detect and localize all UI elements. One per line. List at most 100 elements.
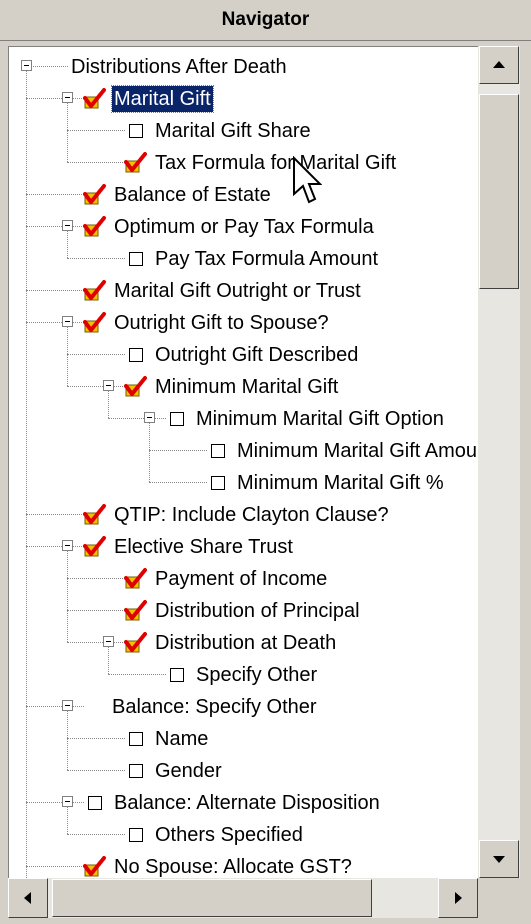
collapse-toggle-icon[interactable] xyxy=(144,412,155,423)
tree-item-label: Balance: Specify Other xyxy=(112,696,317,718)
checked-item-icon[interactable] xyxy=(82,536,106,558)
tree-item-label: Pay Tax Formula Amount xyxy=(155,248,379,270)
checked-item-icon[interactable] xyxy=(82,504,106,526)
navigator-panel: Navigator Distributions After Death Marit… xyxy=(0,0,531,924)
collapse-toggle-icon[interactable] xyxy=(103,636,114,647)
tree-item[interactable]: Marital Gift xyxy=(9,83,479,115)
tree-item[interactable]: Outright Gift to Spouse? xyxy=(9,307,479,339)
tree-item-label: Marital Gift Outright or Trust xyxy=(114,280,361,302)
tree-item[interactable]: Minimum Marital Gift % xyxy=(9,467,479,499)
navigator-tree[interactable]: Distributions After Death Marital Gift Mar… xyxy=(8,46,479,879)
tree-item[interactable]: Minimum Marital Gift Option xyxy=(9,403,479,435)
checked-item-icon[interactable] xyxy=(123,632,147,654)
tree-item[interactable]: Optimum or Pay Tax Formula xyxy=(9,211,479,243)
checked-item-icon[interactable] xyxy=(82,856,106,878)
tree-item-label: Outright Gift Described xyxy=(155,344,359,366)
collapse-toggle-icon[interactable] xyxy=(62,540,73,551)
tree-item-label: Distribution at Death xyxy=(155,632,337,654)
tree-item-label: Optimum or Pay Tax Formula xyxy=(114,216,374,238)
tree-item-label: Payment of Income xyxy=(155,568,328,590)
checkbox-empty-icon[interactable] xyxy=(170,412,184,426)
tree-item[interactable]: QTIP: Include Clayton Clause? xyxy=(9,499,479,531)
tree-item-label: Minimum Marital Gift Amount xyxy=(237,440,479,462)
checked-item-icon[interactable] xyxy=(82,312,106,334)
tree-item[interactable]: Marital Gift Share xyxy=(9,115,479,147)
tree-item-label: Tax Formula for Marital Gift xyxy=(155,152,397,174)
tree-item[interactable]: Outright Gift Described xyxy=(9,339,479,371)
tree-item-label: Specify Other xyxy=(196,664,318,686)
tree-item-label: Balance of Estate xyxy=(114,184,271,206)
vertical-scrollbar[interactable] xyxy=(478,46,520,878)
tree-item[interactable]: No Spouse: Allocate GST? xyxy=(9,851,479,879)
collapse-toggle-icon[interactable] xyxy=(62,220,73,231)
checkbox-empty-icon[interactable] xyxy=(129,252,143,266)
tree-item[interactable]: Marital Gift Outright or Trust xyxy=(9,275,479,307)
tree-item-label: Distributions After Death xyxy=(71,56,287,78)
tree-item[interactable]: Distribution at Death xyxy=(9,627,479,659)
checkbox-empty-icon[interactable] xyxy=(211,444,225,458)
tree-item-label: Minimum Marital Gift % xyxy=(237,472,444,494)
tree-item[interactable]: Pay Tax Formula Amount xyxy=(9,243,479,275)
checkbox-empty-icon[interactable] xyxy=(170,668,184,682)
checkbox-empty-icon[interactable] xyxy=(129,348,143,362)
tree-item[interactable]: Distributions After Death xyxy=(9,51,479,83)
scroll-left-button[interactable] xyxy=(8,878,48,918)
checked-item-icon[interactable] xyxy=(123,152,147,174)
checkbox-empty-icon[interactable] xyxy=(129,764,143,778)
tree-item-label: Marital Gift Share xyxy=(155,120,311,142)
checked-item-icon[interactable] xyxy=(123,568,147,590)
tree-item[interactable]: Balance: Specify Other xyxy=(9,691,479,723)
collapse-toggle-icon[interactable] xyxy=(21,60,32,71)
scroll-up-button[interactable] xyxy=(479,46,519,84)
checked-item-icon[interactable] xyxy=(82,216,106,238)
checkbox-empty-icon[interactable] xyxy=(88,796,102,810)
arrow-down-icon xyxy=(493,856,505,863)
tree-item-label: Marital Gift xyxy=(111,85,214,113)
tree-item-label: Minimum Marital Gift Option xyxy=(196,408,444,430)
tree-item-label: Balance: Alternate Disposition xyxy=(114,792,380,814)
tree-item[interactable]: Distribution of Principal xyxy=(9,595,479,627)
tree-item[interactable]: Elective Share Trust xyxy=(9,531,479,563)
tree-item[interactable]: Balance: Alternate Disposition xyxy=(9,787,479,819)
tree-item[interactable]: Balance of Estate xyxy=(9,179,479,211)
collapse-toggle-icon[interactable] xyxy=(62,92,73,103)
horizontal-scrollbar[interactable] xyxy=(8,878,478,918)
checkbox-empty-icon[interactable] xyxy=(129,732,143,746)
collapse-toggle-icon[interactable] xyxy=(62,700,73,711)
arrow-right-icon xyxy=(455,892,462,904)
collapse-toggle-icon[interactable] xyxy=(103,380,114,391)
tree-item[interactable]: Name xyxy=(9,723,479,755)
vertical-scroll-thumb[interactable] xyxy=(479,94,519,289)
tree-item[interactable]: Gender xyxy=(9,755,479,787)
tree-item[interactable]: Tax Formula for Marital Gift xyxy=(9,147,479,179)
checked-item-icon[interactable] xyxy=(82,280,106,302)
checkbox-empty-icon[interactable] xyxy=(211,476,225,490)
checked-item-icon[interactable] xyxy=(82,88,106,110)
tree-item-label: Gender xyxy=(155,760,222,782)
horizontal-scroll-thumb[interactable] xyxy=(52,879,372,917)
checked-item-icon[interactable] xyxy=(123,376,147,398)
mouse-cursor-icon xyxy=(293,156,322,204)
tree-item[interactable]: Specify Other xyxy=(9,659,479,691)
scrollbar-corner xyxy=(478,878,531,924)
checked-item-icon[interactable] xyxy=(82,184,106,206)
checkbox-empty-icon[interactable] xyxy=(129,124,143,138)
tree-item-label: No Spouse: Allocate GST? xyxy=(114,856,352,878)
scroll-right-button[interactable] xyxy=(438,878,478,918)
arrow-up-icon xyxy=(493,61,505,68)
arrow-left-icon xyxy=(24,892,31,904)
tree-item[interactable]: Others Specified xyxy=(9,819,479,851)
tree-item-label: Name xyxy=(155,728,209,750)
collapse-toggle-icon[interactable] xyxy=(62,796,73,807)
tree-item[interactable]: Minimum Marital Gift Amount xyxy=(9,435,479,467)
tree-item[interactable]: Minimum Marital Gift xyxy=(9,371,479,403)
collapse-toggle-icon[interactable] xyxy=(62,316,73,327)
tree-item-label: Outright Gift to Spouse? xyxy=(114,312,329,334)
tree-item-label: Distribution of Principal xyxy=(155,600,360,622)
checkbox-empty-icon[interactable] xyxy=(129,828,143,842)
checked-item-icon[interactable] xyxy=(123,600,147,622)
scroll-down-button[interactable] xyxy=(479,840,519,878)
tree-item-label: QTIP: Include Clayton Clause? xyxy=(114,504,389,526)
tree-item[interactable]: Payment of Income xyxy=(9,563,479,595)
navigator-title: Navigator xyxy=(221,9,310,30)
